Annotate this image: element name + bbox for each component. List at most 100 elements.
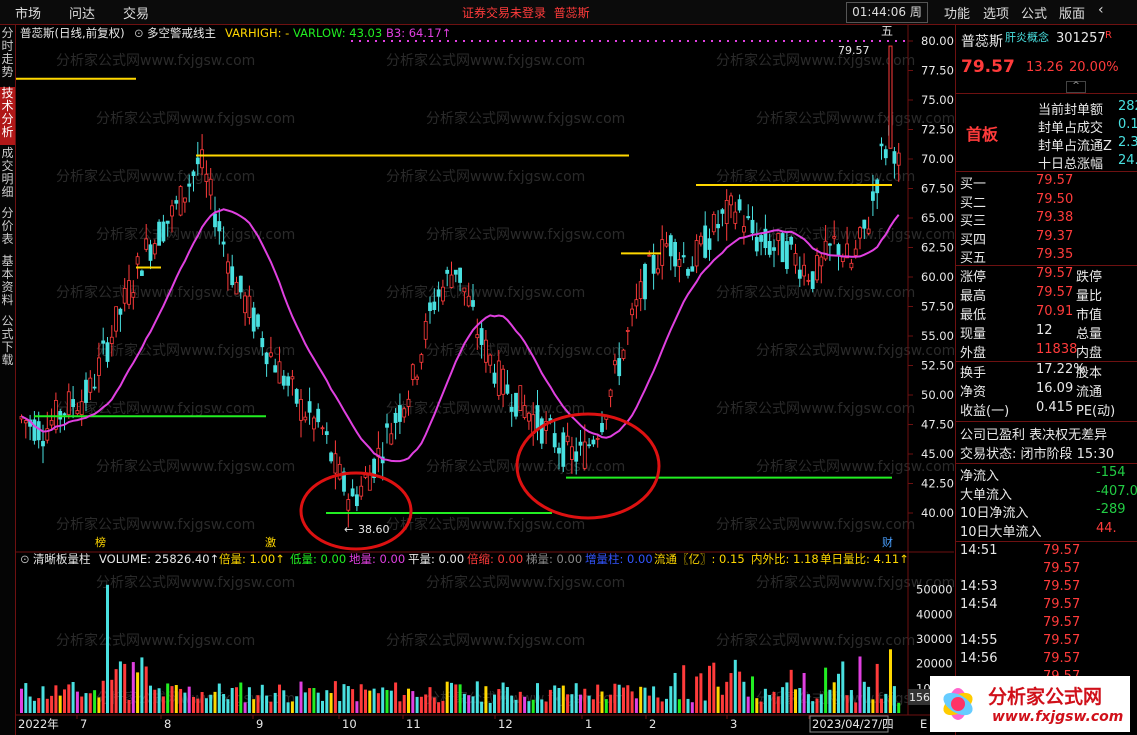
trade-status: 交易状态: 闭市阶段 15:30 <box>960 447 1115 462</box>
expand-icon[interactable]: ^ <box>1066 81 1086 93</box>
volume-bar <box>875 663 879 713</box>
candle-body <box>673 242 677 267</box>
tick-time: 14:56 <box>960 651 998 666</box>
candle-body <box>823 240 828 260</box>
liutong-value: 流通〖亿〗: 0.15 <box>654 552 745 566</box>
candle-body <box>879 143 884 147</box>
candle-body <box>385 423 389 428</box>
flower-logo-icon <box>943 688 973 720</box>
volume-bar <box>303 692 307 713</box>
volume-bar <box>660 701 664 713</box>
volume-title[interactable]: 清晰板量柱 <box>33 552 91 566</box>
volume-bar <box>824 667 828 713</box>
flow-value: -154 <box>1096 465 1126 480</box>
menu-layout[interactable]: 版面 <box>1059 3 1085 22</box>
candle-body <box>337 463 342 480</box>
signal-dot <box>687 40 689 42</box>
volume-bar <box>230 687 234 713</box>
current-price: 79.57 <box>961 57 1015 77</box>
volume-bar <box>278 684 281 713</box>
candle-body <box>144 238 149 250</box>
volume-bar <box>733 659 737 713</box>
time-axis: 2022年 7 8 9 10 11 12 1 2 3 2023/04/27/四 E <box>18 715 927 733</box>
logo-name: 分析家公式网 <box>988 686 1103 708</box>
volume-tick-label: 30000 <box>916 632 953 646</box>
tab-price-table[interactable]: 分价表 <box>0 207 15 253</box>
volume-bar <box>475 681 479 713</box>
volume-bar <box>20 688 23 713</box>
signal-dot <box>583 40 585 42</box>
volume-settings-icon[interactable]: ⊙ <box>20 552 30 566</box>
volume-bar <box>93 690 97 713</box>
volume-bar <box>596 684 600 713</box>
volume-bar <box>101 680 105 713</box>
volume-bar <box>200 692 204 713</box>
candle-body <box>243 295 248 314</box>
candle-body <box>200 149 205 169</box>
price-tick-label: 62.50 <box>921 241 954 255</box>
volume-bar <box>458 684 462 713</box>
volume-bar <box>282 690 286 713</box>
bid-price: 79.37 <box>1036 228 1074 244</box>
concept-tag[interactable]: 肝炎概念 <box>1005 29 1049 45</box>
seal-row: 封单占流通Z 2.3 <box>1038 135 1137 154</box>
settings-icon[interactable]: ⊙ <box>134 26 144 40</box>
signal-dot <box>695 40 697 42</box>
candle-body <box>492 372 497 384</box>
candle-body <box>664 243 669 247</box>
candle-body <box>428 302 432 312</box>
signal-dot <box>607 40 609 42</box>
candle-body <box>776 233 781 241</box>
watermark-text: 分析家公式网www.fxjgsw.com <box>426 110 625 127</box>
volume-bar <box>712 662 716 713</box>
collapse-icon[interactable]: ‹ <box>1098 2 1104 18</box>
candle-body <box>828 243 832 246</box>
candle-body <box>621 349 626 359</box>
signal-dot <box>823 40 825 42</box>
login-warning[interactable]: 证券交易未登录 普蕊斯 <box>462 4 590 21</box>
candle-body <box>432 301 437 311</box>
menu-wenda[interactable]: 问达 <box>69 3 95 22</box>
bid-price: 79.38 <box>1036 210 1074 225</box>
event-tag-ji[interactable]: 激 <box>265 535 276 549</box>
candle-body <box>290 376 295 380</box>
tab-technical[interactable]: 技术分析 <box>0 87 15 145</box>
signal-dot <box>791 40 793 42</box>
tab-intraday[interactable]: 分时走势 <box>0 27 15 85</box>
event-tag-bang[interactable]: 榜 <box>95 535 106 549</box>
menu-market[interactable]: 市场 <box>15 3 41 22</box>
volume-bar <box>372 688 376 713</box>
time-tick-label: 9 <box>256 717 263 731</box>
menu-options[interactable]: 选项 <box>983 3 1009 22</box>
time-tick-label: 2 <box>649 717 656 731</box>
tab-fundamentals[interactable]: 基本资料 <box>0 255 15 313</box>
tick-row: 79.57 <box>956 561 1137 580</box>
volume-bar <box>789 669 793 713</box>
signal-dot <box>551 40 553 42</box>
volume-bar <box>389 690 393 713</box>
tab-trade-detail[interactable]: 成交明细 <box>0 147 15 205</box>
candle-body <box>97 357 101 376</box>
watermark-text: 分析家公式网www.fxjgsw.com <box>56 516 255 533</box>
kline-chart[interactable]: 分析家公式网www.fxjgsw.com 分析家公式网www.fxjgsw.com… <box>16 25 954 735</box>
candle-body <box>234 281 239 295</box>
volume-bar <box>643 687 647 713</box>
volume-bar <box>166 683 170 713</box>
menu-function[interactable]: 功能 <box>944 3 970 22</box>
signal-dot <box>511 40 513 42</box>
indicator-name[interactable]: 多空警戒线主 <box>147 26 216 40</box>
menu-formula[interactable]: 公式 <box>1021 3 1047 22</box>
volume-bar <box>540 699 544 713</box>
candle-body <box>165 220 170 224</box>
event-tag-cai[interactable]: 财 <box>882 535 893 549</box>
candle-body <box>230 266 235 286</box>
volume-bar <box>832 682 836 713</box>
menu-trade[interactable]: 交易 <box>123 3 149 22</box>
volume-bar <box>32 700 36 713</box>
bid-label: 买三 <box>960 214 987 229</box>
tab-formula-download[interactable]: 公式下载 <box>0 315 15 373</box>
candle-body <box>36 421 41 441</box>
volume-bar <box>738 671 742 713</box>
volume-bar <box>402 694 406 713</box>
signal-dot <box>887 40 889 42</box>
